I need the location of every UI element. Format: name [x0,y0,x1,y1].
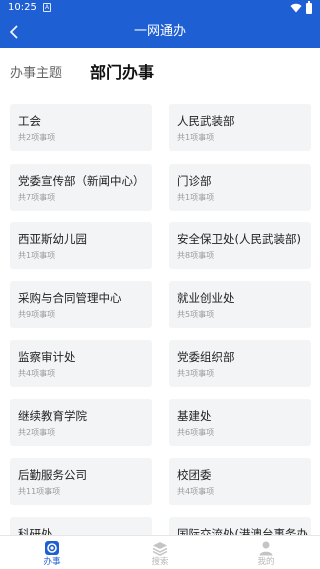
category-tabs: 办事主题 部门办事 [0,48,320,94]
user-icon [259,541,273,556]
battery-icon [306,0,312,14]
department-name: 采购与合同管理中心 [18,291,122,305]
wifi-icon [290,3,302,13]
department-card[interactable]: 继续教育学院 共2项事项 [10,399,152,446]
department-name: 国际交流处(港澳台事务办 [177,527,308,535]
layers-icon [152,542,168,556]
department-count: 共1项事项 [177,193,215,202]
department-count: 共1项事项 [18,251,56,260]
department-count: 共3项事项 [177,369,215,378]
bottom-tab-bar: 办事 搜索 我的 [0,535,320,569]
department-name: 人民武装部 [177,114,235,128]
department-card[interactable]: 西亚斯幼儿园 共1项事项 [10,222,152,269]
department-card[interactable]: 科研处 [10,517,152,535]
tab-profile[interactable]: 我的 [236,536,296,569]
department-name: 继续教育学院 [18,409,87,423]
department-count: 共4项事项 [18,369,56,378]
department-card[interactable]: 后勤服务公司 共11项事项 [10,458,152,505]
department-card[interactable]: 就业创业处 共5项事项 [169,281,311,328]
department-count: 共9项事项 [18,310,56,319]
page-title: 一网通办 [133,24,186,39]
status-time: 10:25 [8,2,37,13]
department-count: 共5项事项 [177,310,215,319]
tab-department[interactable]: 部门办事 [90,62,154,84]
department-name: 监察审计处 [18,350,76,364]
department-count: 共8项事项 [177,251,215,260]
tab-theme[interactable]: 办事主题 [10,65,62,83]
department-card[interactable]: 党委宣传部（新闻中心） 共7项事项 [10,164,152,211]
department-name: 后勤服务公司 [18,468,87,482]
department-name: 校团委 [177,468,212,482]
department-name: 党委组织部 [177,350,235,364]
tab-search[interactable]: 搜索 [130,536,190,569]
department-name: 西亚斯幼儿园 [18,232,87,246]
department-card[interactable]: 国际交流处(港澳台事务办 [169,517,311,535]
tab-label: 我的 [257,557,275,567]
department-grid: 工会 共2项事项 人民武装部 共1项事项 党委宣传部（新闻中心） 共7项事项 门… [0,94,320,535]
tab-services[interactable]: 办事 [22,536,82,569]
notification-icon: A [43,3,51,12]
department-count: 共4项事项 [177,487,215,496]
department-count: 共7项事项 [18,193,56,202]
department-name: 科研处 [18,527,53,535]
department-name: 就业创业处 [177,291,235,305]
department-name: 基建处 [177,409,212,423]
department-card[interactable]: 党委组织部 共3项事项 [169,340,311,387]
department-card[interactable]: 监察审计处 共4项事项 [10,340,152,387]
status-bar: 10:25 A [0,0,320,16]
department-card[interactable]: 人民武装部 共1项事项 [169,104,311,151]
department-count: 共11项事项 [18,487,61,496]
department-name: 安全保卫处(人民武装部) [177,232,301,246]
department-count: 共1项事项 [177,133,215,142]
status-icons [290,0,312,14]
nav-bar: 一网通办 [0,16,320,48]
tab-label: 办事 [43,557,61,567]
department-card[interactable]: 校团委 共4项事项 [169,458,311,505]
department-name: 工会 [18,114,41,128]
tab-label: 搜索 [151,557,169,567]
target-icon [45,541,59,555]
department-card[interactable]: 门诊部 共1项事项 [169,164,311,211]
department-card[interactable]: 基建处 共6项事项 [169,399,311,446]
department-count: 共2项事项 [18,428,56,437]
department-card[interactable]: 采购与合同管理中心 共9项事项 [10,281,152,328]
department-name: 门诊部 [177,174,212,188]
department-count: 共6项事项 [177,428,215,437]
department-card[interactable]: 安全保卫处(人民武装部) 共8项事项 [169,222,311,269]
department-name: 党委宣传部（新闻中心） [18,174,145,188]
department-card[interactable]: 工会 共2项事项 [10,104,152,151]
department-count: 共2项事项 [18,133,56,142]
